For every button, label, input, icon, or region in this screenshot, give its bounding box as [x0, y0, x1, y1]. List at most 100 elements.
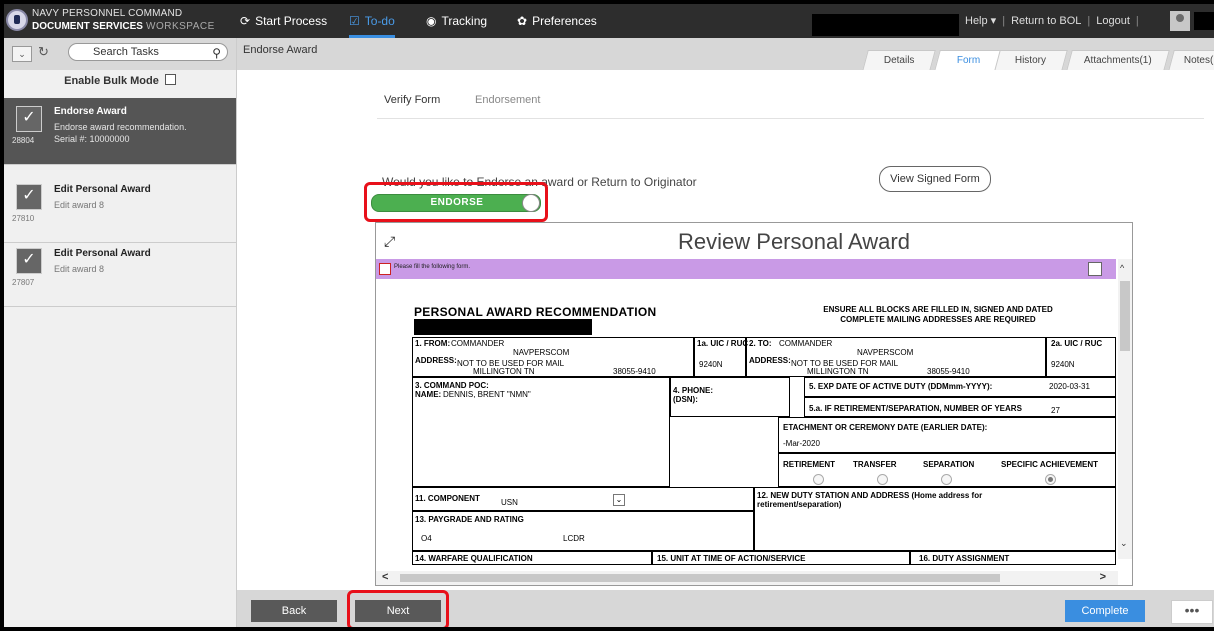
- select-dropdown[interactable]: ⌄: [12, 46, 32, 62]
- exp-date-value[interactable]: 2020-03-31: [1049, 382, 1090, 391]
- navy-seal-logo: [6, 9, 28, 31]
- tab-notes[interactable]: Notes(1: [1168, 50, 1214, 71]
- bulk-mode-label: Enable Bulk Mode: [64, 75, 159, 87]
- search-input[interactable]: Search Tasks ⚲: [68, 43, 228, 61]
- address-zip: 38055-9410: [613, 367, 656, 376]
- tab-label: Details: [883, 55, 915, 66]
- form-fields-icon[interactable]: [1088, 262, 1102, 276]
- phone-dsn-label: (DSN):: [673, 395, 698, 404]
- phone-label: 4. PHONE:: [673, 386, 714, 395]
- bulk-mode-checkbox[interactable]: [164, 74, 176, 85]
- h-scroll-thumb[interactable]: [400, 574, 1000, 582]
- nav-start-process[interactable]: ⟳ Start Process: [240, 4, 327, 38]
- task-sidebar: ⌄ ↻ Search Tasks ⚲ Enable Bulk Mode ✓ En…: [4, 38, 237, 627]
- tab-form[interactable]: Form: [934, 50, 1004, 71]
- tracking-icon: ◉: [426, 14, 437, 28]
- uic-value[interactable]: 9240N: [699, 360, 723, 369]
- from-value[interactable]: COMMANDER: [451, 339, 504, 348]
- scroll-up-icon[interactable]: ^: [1120, 263, 1124, 273]
- subtab-endorsement[interactable]: Endorsement: [475, 94, 540, 106]
- task-item-endorse-award[interactable]: ✓ Endorse Award Endorse award recommenda…: [4, 98, 236, 165]
- banner-text: Please fill the following form.: [394, 264, 471, 270]
- detach-value[interactable]: -Mar-2020: [783, 439, 820, 448]
- top-bar: NAVY PERSONNEL COMMAND DOCUMENT SERVICES…: [4, 4, 1214, 38]
- refresh-icon[interactable]: ↻: [38, 44, 49, 60]
- component-cell: 11. COMPONENT USN ⌄: [412, 487, 754, 511]
- return-to-bol-link[interactable]: Return to BOL: [1011, 15, 1081, 27]
- uic-label: 1a. UIC / RUC: [697, 339, 749, 348]
- task-check-icon: ✓: [16, 106, 42, 132]
- more-options-button[interactable]: •••: [1171, 600, 1213, 624]
- phone-cell: 4. PHONE: (DSN):: [670, 377, 790, 417]
- warfare-label: 14. WARFARE QUALIFICATION: [415, 554, 533, 563]
- view-signed-form-button[interactable]: View Signed Form: [879, 166, 991, 192]
- poc-name-value[interactable]: DENNIS, BRENT "NMN": [443, 390, 531, 399]
- rating-value[interactable]: LCDR: [563, 534, 585, 543]
- divider: |: [1002, 15, 1006, 27]
- nav-tracking[interactable]: ◉ Tracking: [426, 4, 487, 38]
- radio-separation[interactable]: [941, 474, 952, 485]
- task-description: Endorse award recommendation. Serial #: 1…: [54, 121, 187, 145]
- subtab-verify-form[interactable]: Verify Form: [384, 94, 440, 106]
- instructions-line: ENSURE ALL BLOCKS ARE FILLED IN, SIGNED …: [823, 305, 1053, 314]
- bottom-action-bar: Back Next Complete •••: [237, 590, 1214, 627]
- tab-attachments[interactable]: Attachments(1): [1066, 50, 1170, 71]
- task-check-icon: ✓: [16, 248, 42, 274]
- poc-cell: 3. COMMAND POC: NAME: DENNIS, BRENT "NMN…: [412, 377, 670, 487]
- uic2-label: 2a. UIC / RUC: [1051, 339, 1103, 348]
- unit-cell: 15. UNIT AT TIME OF ACTION/SERVICE: [652, 551, 910, 565]
- back-button[interactable]: Back: [251, 600, 337, 622]
- retire-years-label: 5.a. IF RETIREMENT/SEPARATION, NUMBER OF…: [809, 404, 1022, 413]
- user-avatar-icon[interactable]: [1170, 11, 1190, 31]
- tab-label: Attachments(1): [1083, 55, 1152, 66]
- uic2-value[interactable]: 9240N: [1051, 360, 1075, 369]
- address-city: MILLINGTON TN: [807, 367, 869, 376]
- scroll-left-icon[interactable]: <: [382, 571, 388, 583]
- tab-details[interactable]: Details: [862, 50, 936, 71]
- uic2-cell: 2a. UIC / RUC 9240N: [1046, 337, 1116, 377]
- duty-assignment-cell: 16. DUTY ASSIGNMENT: [910, 551, 1116, 565]
- paygrade-value[interactable]: O4: [421, 534, 432, 543]
- task-id: 28804: [12, 136, 35, 145]
- task-description: Edit award 8: [54, 199, 104, 211]
- paygrade-label: 13. PAYGRADE AND RATING: [415, 515, 524, 524]
- nav-label: Preferences: [532, 14, 597, 28]
- warfare-cell: 14. WARFARE QUALIFICATION: [412, 551, 652, 565]
- help-menu[interactable]: Help ▾: [965, 15, 996, 27]
- duty-assignment-label: 16. DUTY ASSIGNMENT: [919, 554, 1010, 563]
- reason-retirement: RETIREMENT: [783, 460, 835, 469]
- nav-preferences[interactable]: ✿ Preferences: [517, 4, 597, 38]
- task-item-edit-award[interactable]: ✓ Edit Personal Award Edit award 8 27807: [4, 240, 236, 307]
- tab-label: Notes(1: [1184, 55, 1214, 66]
- app-window: NAVY PERSONNEL COMMAND DOCUMENT SERVICES…: [4, 4, 1214, 627]
- scroll-down-icon[interactable]: ⌄: [1120, 538, 1128, 549]
- retire-years-value[interactable]: 27: [1051, 406, 1060, 415]
- form-viewer: ⤢ Review Personal Award Please fill the …: [375, 222, 1133, 586]
- complete-button[interactable]: Complete: [1065, 600, 1145, 622]
- radio-retirement[interactable]: [813, 474, 824, 485]
- radio-transfer[interactable]: [877, 474, 888, 485]
- address-city: MILLINGTON TN: [473, 367, 535, 376]
- task-item-edit-award[interactable]: ✓ Edit Personal Award Edit award 8 27810: [4, 176, 236, 243]
- nav-todo[interactable]: ☑ To-do: [349, 4, 395, 38]
- horizontal-scrollbar[interactable]: < >: [376, 571, 1118, 585]
- task-id: 27807: [12, 278, 35, 287]
- radio-specific-achievement[interactable]: [1045, 474, 1056, 485]
- task-title: Edit Personal Award: [54, 248, 151, 259]
- bulk-mode-row: Enable Bulk Mode: [4, 74, 236, 87]
- tab-history[interactable]: History: [994, 50, 1068, 71]
- logout-link[interactable]: Logout: [1096, 15, 1130, 27]
- from-org: NAVPERSCOM: [513, 348, 570, 357]
- search-icon[interactable]: ⚲: [212, 45, 221, 61]
- task-header: Endorse Award Details Form History Attac…: [237, 38, 1214, 71]
- scroll-right-icon[interactable]: >: [1100, 571, 1106, 583]
- to-value[interactable]: COMMANDER: [779, 339, 832, 348]
- scroll-thumb[interactable]: [1120, 281, 1130, 351]
- address-label: ADDRESS:: [749, 356, 791, 365]
- form-content: Verify Form Endorsement Would you like t…: [237, 70, 1214, 590]
- component-value[interactable]: USN: [501, 498, 518, 507]
- chevron-down-icon[interactable]: ⌄: [613, 494, 625, 506]
- detach-label: ETACHMENT OR CEREMONY DATE (EARLIER DATE…: [783, 423, 988, 432]
- task-desc-line: Edit award 8: [54, 264, 105, 274]
- vertical-scrollbar[interactable]: ^ ⌄: [1118, 259, 1132, 559]
